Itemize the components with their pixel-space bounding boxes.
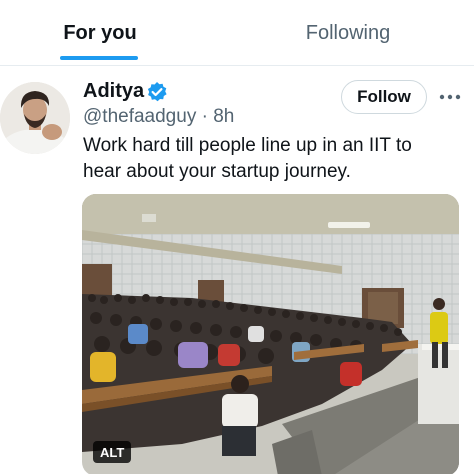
tweet-media-photo[interactable]: [82, 194, 459, 474]
tweet-text: Work hard till people line up in an IIT …: [83, 133, 463, 185]
timeline-tabbar: For you Following: [0, 0, 474, 66]
verified-badge-icon: [147, 82, 167, 102]
author-name[interactable]: Aditya: [83, 80, 144, 103]
tweet-text-line: hear about your startup journey.: [83, 161, 351, 182]
follow-button[interactable]: Follow: [341, 80, 427, 114]
author-handle[interactable]: @thefaadguy: [83, 106, 196, 127]
alt-text-button[interactable]: ALT: [93, 441, 132, 463]
more-options-icon[interactable]: [438, 91, 462, 103]
author-avatar[interactable]: [0, 82, 70, 154]
tab-for-you-label: For you: [63, 21, 137, 44]
meta-separator: ·: [201, 106, 208, 127]
tweet-timestamp[interactable]: 8h: [213, 106, 234, 127]
active-tab-indicator: [60, 56, 138, 60]
avatar-image: [0, 82, 70, 154]
lecture-hall-photo: [82, 194, 459, 474]
tab-following[interactable]: Following: [282, 0, 414, 66]
tweet-text-line: Work hard till people line up in an IIT …: [83, 135, 412, 156]
tab-following-label: Following: [305, 21, 391, 44]
tweet-meta: @thefaadguy · 8h: [83, 106, 234, 128]
